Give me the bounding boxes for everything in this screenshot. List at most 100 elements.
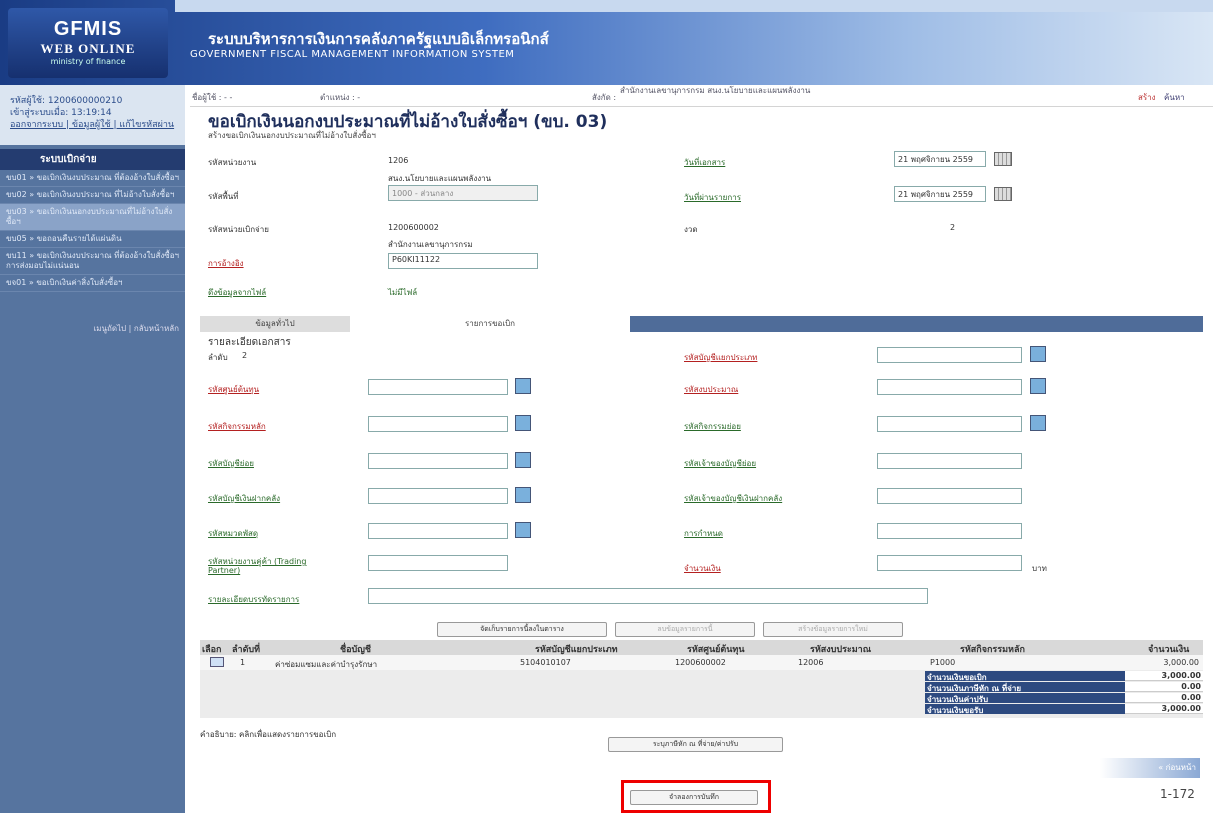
create-link[interactable]: สร้าง xyxy=(1138,91,1156,104)
supply-category-input[interactable] xyxy=(368,523,508,539)
sub-account-owner-label[interactable]: รหัสเจ้าของบัญชีย่อย xyxy=(684,457,756,470)
assignment-input[interactable] xyxy=(877,523,1022,539)
sum-request-label: จำนวนเงินขอเบิก xyxy=(925,671,1125,682)
tab-general[interactable]: ข้อมูลทั่วไป xyxy=(200,316,350,332)
login-time: เข้าสู่ระบบเมื่อ: 13:19:14 xyxy=(10,108,112,118)
sub-account-input[interactable] xyxy=(368,453,508,469)
tab-items[interactable]: รายการขอเบิก xyxy=(350,316,630,332)
col-seq: ลำดับที่ xyxy=(232,645,261,655)
sum-receive-value: 3,000.00 xyxy=(1125,704,1203,714)
budget-code-lookup-icon[interactable] xyxy=(1030,378,1046,394)
gl-account-label[interactable]: รหัสบัญชีแยกประเภท xyxy=(684,351,757,364)
sidebar: รหัสผู้ใช้: 1200600000210 เข้าสู่ระบบเมื… xyxy=(0,85,185,813)
sub-account-label[interactable]: รหัสบัญชีย่อย xyxy=(208,457,254,470)
col-amount: จำนวนเงิน xyxy=(1148,645,1190,655)
main-activity-input[interactable] xyxy=(368,416,508,432)
cost-center-input[interactable] xyxy=(368,379,508,395)
agency-label: รหัสหน่วยงาน xyxy=(208,158,257,167)
col-activity: รหัสกิจกรรมหลัก xyxy=(960,645,1025,655)
col-select: เลือก xyxy=(202,645,222,655)
main-activity-label[interactable]: รหัสกิจกรรมหลัก xyxy=(208,420,266,433)
sub-activity-lookup-icon[interactable] xyxy=(1030,415,1046,431)
budget-code-input[interactable] xyxy=(877,379,1022,395)
file-value: ไม่มีไฟล์ xyxy=(388,288,418,297)
assignment-label[interactable]: การกำหนด xyxy=(684,527,723,540)
file-label[interactable]: ดึงข้อมูลจากไฟล์ xyxy=(208,286,266,299)
sum-tax-label: จำนวนเงินภาษีหัก ณ ที่จ่าย xyxy=(925,682,1125,693)
sidebar-item-kj01[interactable]: ขจ01 » ขอเบิกเงินค่าสิ่งใบสั่งซื้อฯ xyxy=(0,275,185,292)
supply-category-label[interactable]: รหัสหมวดพัสดุ xyxy=(208,527,258,540)
sub-account-owner-input[interactable] xyxy=(877,453,1022,469)
sidebar-item-kb02[interactable]: ขบ02 » ขอเบิกเงินงบประมาณ ที่ไม่อ้างใบสั… xyxy=(0,187,185,204)
user-code: รหัสผู้ใช้: 1200600000210 xyxy=(10,96,123,106)
sum-fine-label: จำนวนเงินค่าปรับ xyxy=(925,693,1125,704)
page-number: 1-172 xyxy=(1160,787,1195,801)
user-links[interactable]: ออกจากระบบ | ข้อมูลผู้ใช้ | แก้ไขรหัสผ่า… xyxy=(10,119,179,131)
user-info: รหัสผู้ใช้: 1200600000210 เข้าสู่ระบบเมื… xyxy=(0,85,185,145)
docdate-label[interactable]: วันที่เอกสาร xyxy=(684,156,725,169)
search-link[interactable]: ค้นหา xyxy=(1164,91,1185,104)
logo-line1: GFMIS xyxy=(53,18,123,40)
table-row[interactable]: 1 ค่าซ่อมแซมและค่าบำรุงรักษา 5104010107 … xyxy=(200,655,1203,670)
previous-page-link[interactable]: « ก่อนหน้า xyxy=(1100,758,1200,778)
row-seq: 1 xyxy=(240,658,246,667)
area-select[interactable]: 1000 - ส่วนกลาง xyxy=(388,185,538,201)
summary-block: จำนวนเงินขอเบิก 3,000.00 จำนวนเงินภาษีหั… xyxy=(200,670,1203,718)
budget-code-label[interactable]: รหัสงบประมาณ xyxy=(684,383,738,396)
trading-partner-label[interactable]: รหัสหน่วยงานคู่ค้า (Trading Partner) xyxy=(208,557,328,575)
cost-center-lookup-icon[interactable] xyxy=(515,378,531,394)
line-description-input[interactable] xyxy=(368,588,928,604)
deposit-account-label[interactable]: รหัสบัญชีเงินฝากคลัง xyxy=(208,492,280,505)
area-label: รหัสพื้นที่ xyxy=(208,192,239,201)
supply-category-lookup-icon[interactable] xyxy=(515,522,531,538)
sidebar-footer-links[interactable]: เมนูถัดไป | กลับหน้าหลัก xyxy=(0,322,185,335)
row-gl: 5104010107 xyxy=(520,658,571,667)
app-window: GFMIS WEB ONLINE ministry of finance ระบ… xyxy=(0,0,1213,813)
logo-line2: WEB ONLINE xyxy=(40,41,136,56)
row-cost-center: 1200600002 xyxy=(675,658,726,667)
seq-value: 2 xyxy=(242,351,248,360)
postdate-input[interactable]: 21 พฤศจิกายน 2559 xyxy=(894,186,986,202)
topbar-user: ชื่อผู้ใช้ : - - xyxy=(192,93,233,102)
deduct-tax-button[interactable]: ระบุภาษีหัก ณ ที่จ่าย/ค่าปรับ xyxy=(608,737,783,752)
delete-item-button[interactable]: ลบข้อมูลรายการนี้ xyxy=(615,622,755,637)
col-cost-center: รหัสศูนย์ต้นทุน xyxy=(687,645,745,655)
trading-partner-input[interactable] xyxy=(368,555,508,571)
deposit-account-lookup-icon[interactable] xyxy=(515,487,531,503)
logo-line3: ministry of finance xyxy=(50,57,126,66)
reference-input[interactable]: P60KI11122 xyxy=(388,253,538,269)
docdate-calendar-icon[interactable] xyxy=(994,152,1012,166)
unit-name: สำนักงานเลขานุการกรม xyxy=(388,240,473,249)
topbar-affil: สำนักงานเลขานุการกรม สนง.นโยบายและแผนพลั… xyxy=(620,86,811,95)
deposit-owner-input[interactable] xyxy=(877,488,1022,504)
sidebar-item-kb01[interactable]: ขบ01 » ขอเบิกเงินงบประมาณ ที่ต้องอ้างใบส… xyxy=(0,170,185,187)
sum-fine-value: 0.00 xyxy=(1125,693,1203,703)
amount-input[interactable] xyxy=(877,555,1022,571)
gl-account-lookup-icon[interactable] xyxy=(1030,346,1046,362)
row-budget: 12006 xyxy=(798,658,824,667)
line-description-label[interactable]: รายละเอียดบรรทัดรายการ xyxy=(208,593,299,606)
sidebar-item-kb11[interactable]: ขบ11 » ขอเบิกเงินงบประมาณ ที่ต้องอ้างใบส… xyxy=(0,248,185,275)
sub-account-lookup-icon[interactable] xyxy=(515,452,531,468)
folder-icon[interactable] xyxy=(210,657,224,667)
unit-label: รหัสหน่วยเบิกจ่าย xyxy=(208,225,269,234)
sidebar-item-kb05[interactable]: ขบ05 » ขอถอนคืนรายได้แผ่นดิน xyxy=(0,231,185,248)
main-activity-lookup-icon[interactable] xyxy=(515,415,531,431)
postdate-label[interactable]: วันที่ผ่านรายการ xyxy=(684,191,741,204)
sidebar-item-kb03[interactable]: ขบ03 » ขอเบิกเงินนอกงบประมาณที่ไม่อ้างใบ… xyxy=(0,204,185,231)
save-item-button[interactable]: จัดเก็บรายการนี้ลงในตาราง xyxy=(437,622,607,637)
topbar-affil-label: สังกัด : xyxy=(592,93,617,102)
table-header: เลือก ลำดับที่ ชื่อบัญชี รหัสบัญชีแยกประ… xyxy=(200,640,1203,655)
postdate-calendar-icon[interactable] xyxy=(994,187,1012,201)
header-banner: GFMIS WEB ONLINE ministry of finance ระบ… xyxy=(0,0,1213,85)
deposit-owner-label[interactable]: รหัสเจ้าของบัญชีเงินฝากคลัง xyxy=(684,492,782,505)
gl-account-input[interactable] xyxy=(877,347,1022,363)
sub-activity-input[interactable] xyxy=(877,416,1022,432)
new-item-button[interactable]: สร้างข้อมูลรายการใหม่ xyxy=(763,622,903,637)
sub-activity-label[interactable]: รหัสกิจกรรมย่อย xyxy=(684,420,741,433)
docdate-input[interactable]: 21 พฤศจิกายน 2559 xyxy=(894,151,986,167)
deposit-account-input[interactable] xyxy=(368,488,508,504)
reference-label[interactable]: การอ้างอิง xyxy=(208,257,244,270)
cost-center-label[interactable]: รหัสศูนย์ต้นทุน xyxy=(208,383,259,396)
amount-label[interactable]: จำนวนเงิน xyxy=(684,562,721,575)
